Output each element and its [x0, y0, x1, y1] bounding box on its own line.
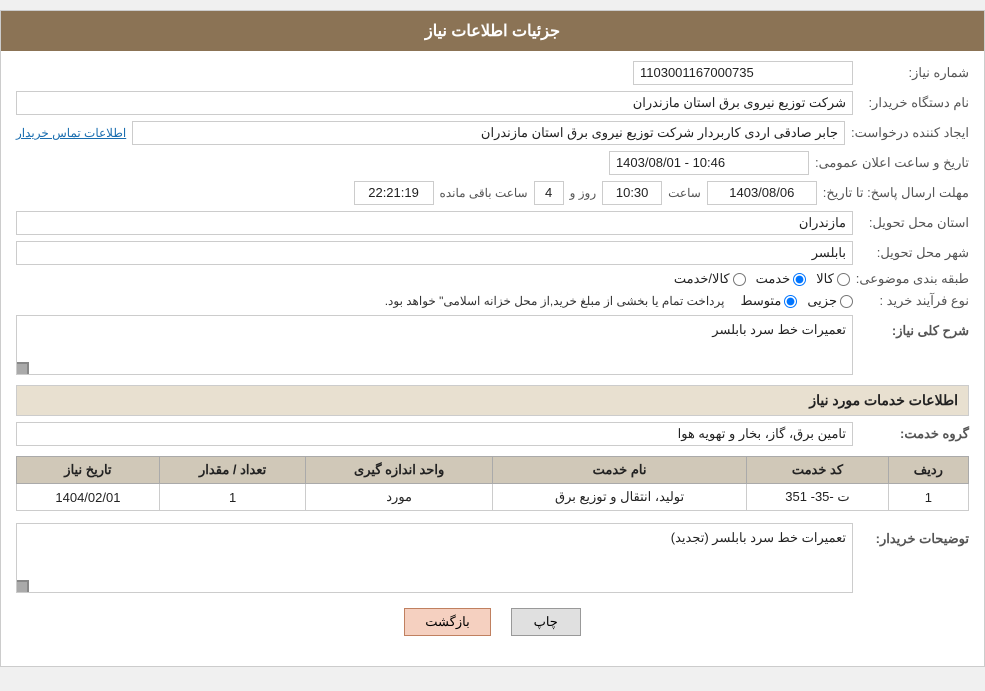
category-option-kala-khedmat: کالا/خدمت	[674, 271, 746, 287]
category-label-khedmat: خدمت	[756, 271, 791, 287]
category-radio-kala[interactable]	[837, 273, 850, 286]
need-number-value: 1103001167000735	[633, 61, 853, 85]
col-header-name: نام خدمت	[492, 457, 746, 484]
print-button[interactable]: چاپ	[511, 608, 581, 636]
back-button[interactable]: بازگشت	[404, 608, 490, 636]
announce-datetime-row: تاریخ و ساعت اعلان عمومی: 1403/08/01 - 1…	[16, 151, 969, 175]
page-header: جزئیات اطلاعات نیاز	[1, 11, 984, 51]
remaining-time-value: 22:21:19	[354, 181, 434, 205]
page-wrapper: جزئیات اطلاعات نیاز شماره نیاز: 11030011…	[0, 10, 985, 667]
table-cell-3: مورد	[306, 484, 493, 511]
resize-handle[interactable]	[17, 362, 29, 374]
delivery-city-value: بابلسر	[16, 241, 853, 265]
category-radio-group: کالا خدمت کالا/خدمت	[674, 271, 850, 287]
deadline-day-label: روز و	[570, 186, 597, 200]
service-group-row: گروه خدمت: تامین برق، گاز، بخار و تهویه …	[16, 422, 969, 446]
buyer-org-row: نام دستگاه خریدار: شرکت توزیع نیروی برق …	[16, 91, 969, 115]
buyer-org-label: نام دستگاه خریدار:	[859, 95, 969, 111]
creator-value: جابر صادقی اردی کاربردار شرکت توزیع نیرو…	[132, 121, 845, 145]
general-description-label: شرح کلی نیاز:	[859, 315, 969, 339]
page-title: جزئیات اطلاعات نیاز	[425, 23, 560, 40]
deadline-day-value: 4	[534, 181, 564, 205]
services-table: ردیف کد خدمت نام خدمت واحد اندازه گیری ت…	[16, 456, 969, 511]
services-section-header: اطلاعات خدمات مورد نیاز	[16, 385, 969, 416]
buyer-description-value: تعمیرات خط سرد بابلسر (تجدید)	[16, 523, 853, 593]
category-label-kala-khedmat: کالا/خدمت	[674, 271, 730, 287]
buyer-description-wrapper: توضیحات خریدار: تعمیرات خط سرد بابلسر (ت…	[16, 523, 969, 593]
purchase-type-label-moutasat: متوسط	[740, 293, 781, 309]
col-header-unit: واحد اندازه گیری	[306, 457, 493, 484]
purchase-type-label: نوع فرآیند خرید :	[859, 293, 969, 309]
col-header-qty: تعداد / مقدار	[159, 457, 306, 484]
purchase-type-note: پرداخت تمام یا بخشی از مبلغ خرید,از محل …	[385, 294, 725, 308]
contact-link[interactable]: اطلاعات تماس خریدار	[16, 126, 126, 140]
buyer-description-label: توضیحات خریدار:	[859, 523, 969, 547]
delivery-city-label: شهر محل تحویل:	[859, 245, 969, 261]
delivery-province-value: مازندران	[16, 211, 853, 235]
table-cell-1: ت -35- 351	[747, 484, 889, 511]
category-radio-khedmat[interactable]	[793, 273, 806, 286]
purchase-type-radio-jozee[interactable]	[840, 295, 853, 308]
purchase-type-radio-moutasat[interactable]	[784, 295, 797, 308]
general-description-value: تعمیرات خط سرد بابلسر	[16, 315, 853, 375]
creator-label: ایجاد کننده درخواست:	[851, 125, 969, 141]
main-content: شماره نیاز: 1103001167000735 نام دستگاه …	[1, 51, 984, 666]
deadline-time-label: ساعت	[668, 186, 701, 200]
buyer-resize-handle[interactable]	[17, 580, 29, 592]
purchase-type-label-jozee: جزیی	[807, 293, 837, 309]
category-row: طبقه بندی موضوعی: کالا خدمت کالا/خدمت	[16, 271, 969, 287]
table-cell-5: 1404/02/01	[17, 484, 160, 511]
col-header-code: کد خدمت	[747, 457, 889, 484]
services-table-section: ردیف کد خدمت نام خدمت واحد اندازه گیری ت…	[16, 456, 969, 511]
category-option-khedmat: خدمت	[756, 271, 807, 287]
announce-datetime-label: تاریخ و ساعت اعلان عمومی:	[815, 155, 969, 171]
creator-row: ایجاد کننده درخواست: جابر صادقی اردی کار…	[16, 121, 969, 145]
purchase-type-radio-group: جزیی متوسط	[740, 293, 853, 309]
deadline-row: مهلت ارسال پاسخ: تا تاریخ: 1403/08/06 سا…	[16, 181, 969, 205]
table-cell-4: 1	[159, 484, 306, 511]
need-number-label: شماره نیاز:	[859, 65, 969, 81]
purchase-type-moutasat: متوسط	[740, 293, 797, 309]
delivery-province-row: استان محل تحویل: مازندران	[16, 211, 969, 235]
category-label-kala: کالا	[816, 271, 834, 287]
category-radio-kala-khedmat[interactable]	[733, 273, 746, 286]
category-label: طبقه بندی موضوعی:	[856, 271, 969, 287]
service-group-label: گروه خدمت:	[859, 426, 969, 442]
category-option-kala: کالا	[816, 271, 850, 287]
col-header-row: ردیف	[888, 457, 968, 484]
delivery-province-label: استان محل تحویل:	[859, 215, 969, 231]
announce-datetime-value: 1403/08/01 - 10:46	[609, 151, 809, 175]
deadline-time-value: 10:30	[602, 181, 662, 205]
deadline-label: مهلت ارسال پاسخ: تا تاریخ:	[823, 185, 969, 201]
need-number-row: شماره نیاز: 1103001167000735	[16, 61, 969, 85]
remaining-time-label: ساعت باقی مانده	[440, 186, 528, 200]
buyer-org-value: شرکت توزیع نیروی برق استان مازندران	[16, 91, 853, 115]
delivery-city-row: شهر محل تحویل: بابلسر	[16, 241, 969, 265]
table-header-row: ردیف کد خدمت نام خدمت واحد اندازه گیری ت…	[17, 457, 969, 484]
service-group-value: تامین برق، گاز، بخار و تهویه هوا	[16, 422, 853, 446]
table-cell-0: 1	[888, 484, 968, 511]
deadline-date: 1403/08/06	[707, 181, 817, 205]
general-description-wrapper: شرح کلی نیاز: تعمیرات خط سرد بابلسر	[16, 315, 969, 375]
table-cell-2: تولید، انتقال و توزیع برق	[492, 484, 746, 511]
purchase-type-jozee: جزیی	[807, 293, 853, 309]
table-row: 1ت -35- 351تولید، انتقال و توزیع برقمورد…	[17, 484, 969, 511]
buttons-row: چاپ بازگشت	[16, 608, 969, 651]
purchase-type-row: نوع فرآیند خرید : جزیی متوسط پرداخت تمام…	[16, 293, 969, 309]
col-header-date: تاریخ نیاز	[17, 457, 160, 484]
